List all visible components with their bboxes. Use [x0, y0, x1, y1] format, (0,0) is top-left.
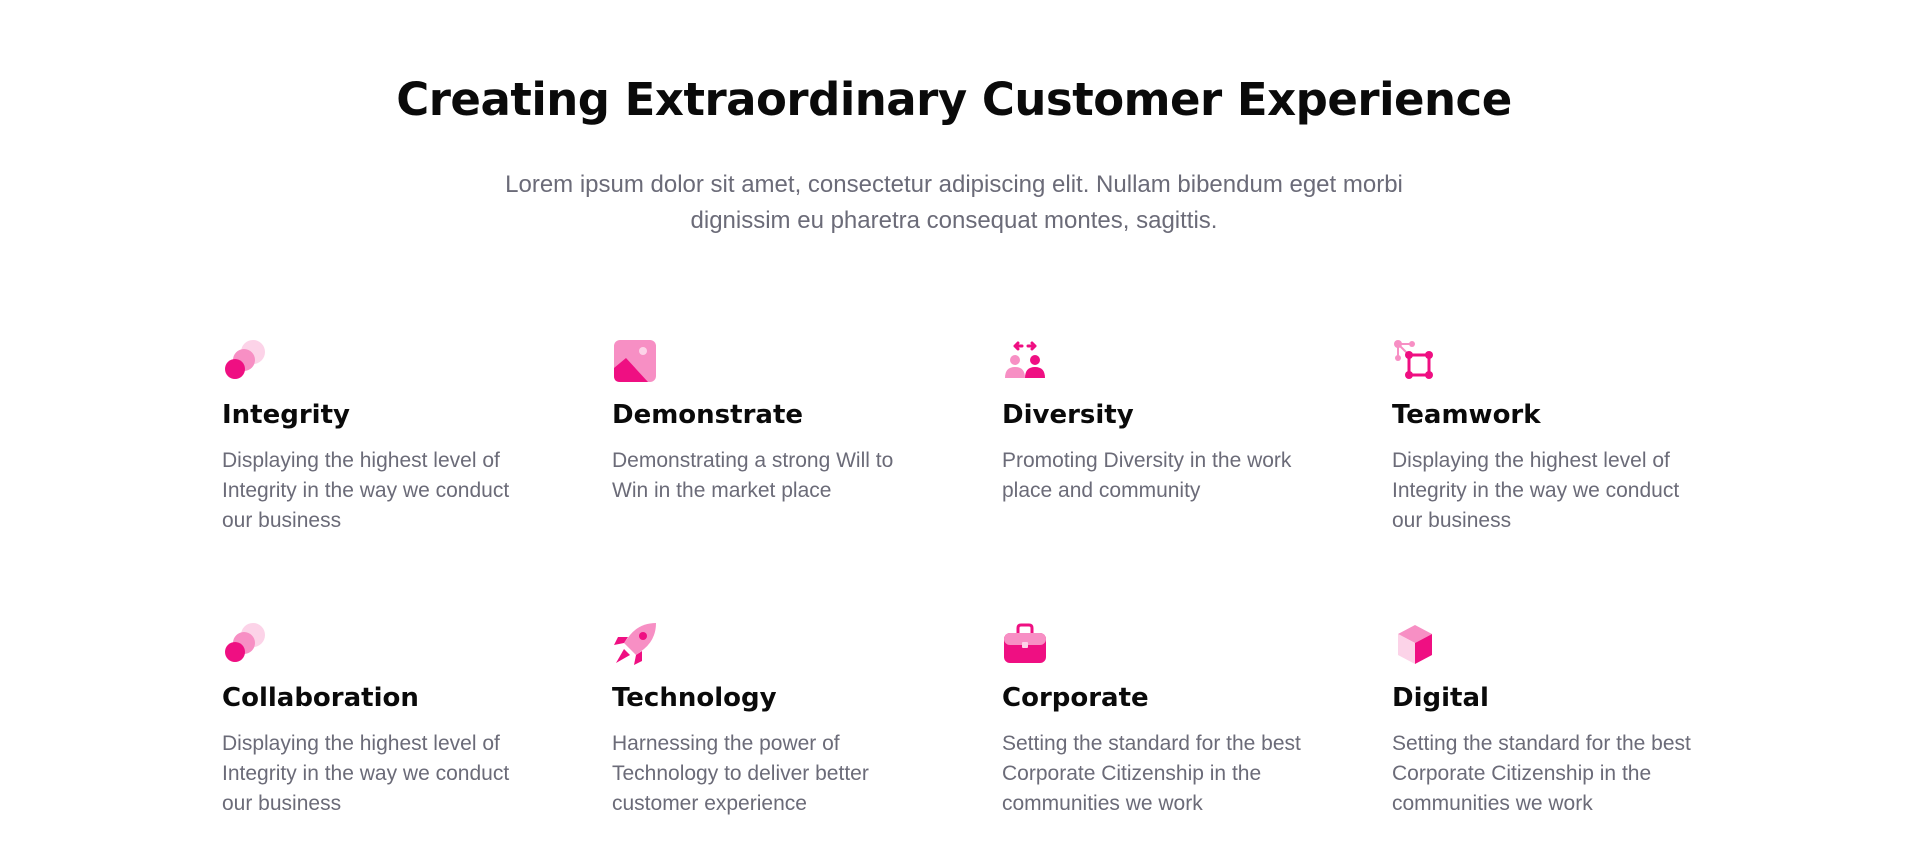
feature-title: Teamwork — [1392, 400, 1541, 430]
people-arrows-icon — [1005, 341, 1045, 378]
feature-description: Setting the standard for the best Corpor… — [1392, 732, 1691, 815]
feature-card-technology: Technology Harnessing the power of Techn… — [612, 621, 1002, 841]
feature-title: Collaboration — [222, 683, 419, 713]
feature-description: Displaying the highest level of Integrit… — [1392, 449, 1680, 532]
feature-card-integrity: Integrity Displaying the highest level o… — [222, 338, 612, 621]
feature-card-teamwork: Teamwork Displaying the highest level of… — [1392, 338, 1782, 621]
image-icon — [614, 340, 656, 382]
page-title: Creating Extraordinary Customer Experien… — [396, 73, 1512, 126]
feature-title: Integrity — [222, 400, 350, 430]
feature-description: Harnessing the power of Technology to de… — [612, 732, 869, 815]
feature-description: Displaying the highest level of Integrit… — [222, 732, 510, 815]
feature-card-demonstrate: Demonstrate Demonstrating a strong Will … — [612, 338, 1002, 621]
briefcase-icon — [1004, 623, 1046, 663]
feature-card-digital: Digital Setting the standard for the bes… — [1392, 621, 1782, 841]
page-subtitle: Lorem ipsum dolor sit amet, consectetur … — [505, 171, 1403, 234]
features-grid: Integrity Displaying the highest level o… — [222, 338, 1782, 841]
nodes-grid-icon — [1394, 340, 1433, 379]
feature-description: Setting the standard for the best Corpor… — [1002, 732, 1301, 815]
rocket-icon — [614, 623, 656, 665]
overlapping-circles-icon — [225, 340, 265, 379]
feature-title: Demonstrate — [612, 400, 804, 430]
feature-title: Digital — [1392, 683, 1489, 713]
feature-description: Displaying the highest level of Integrit… — [222, 449, 510, 532]
cube-icon — [1398, 625, 1432, 664]
feature-title: Corporate — [1002, 683, 1149, 713]
feature-card-corporate: Corporate Setting the standard for the b… — [1002, 621, 1392, 841]
feature-description: Demonstrating a strong Will to Win in th… — [612, 449, 894, 502]
feature-title: Technology — [612, 683, 777, 713]
feature-title: Diversity — [1002, 400, 1134, 430]
feature-description: Promoting Diversity in the work place an… — [1002, 449, 1292, 502]
feature-card-collaboration: Collaboration Displaying the highest lev… — [222, 621, 612, 841]
feature-card-diversity: Diversity Promoting Diversity in the wor… — [1002, 338, 1392, 621]
overlapping-circles-icon — [225, 623, 265, 662]
